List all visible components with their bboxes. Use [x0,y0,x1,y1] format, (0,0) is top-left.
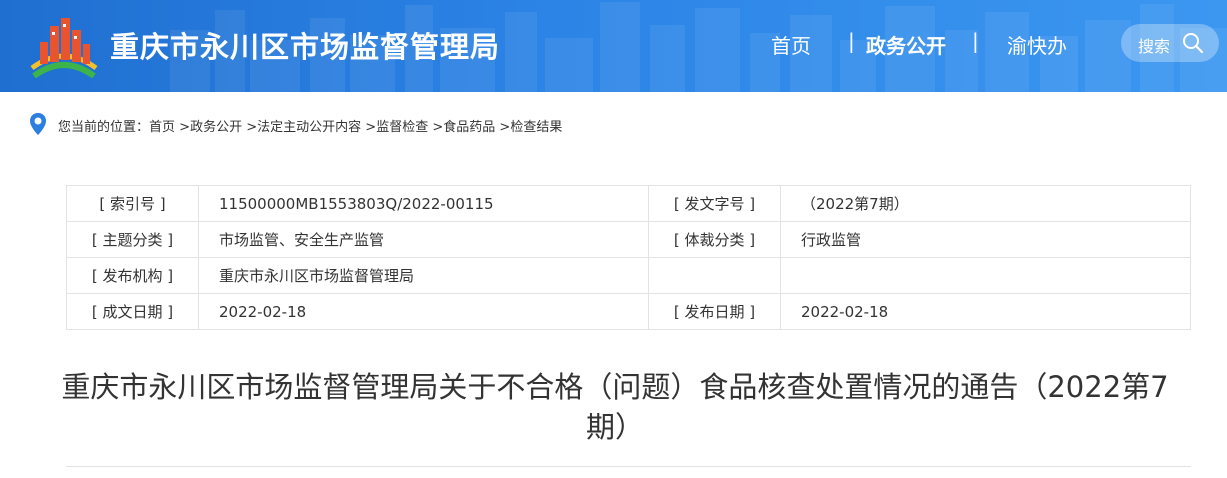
document-number-label: [ 发文字号 ] [648,185,781,222]
publisher-label: [ 发布机构 ] [66,257,199,294]
index-number-value: 11500000MB1553803Q/2022-00115 [198,185,649,222]
breadcrumb-prefix: 您当前的位置： [58,120,150,135]
breadcrumb-item-government-affairs[interactable]: 政务公开 [190,120,242,135]
site-header: 重庆市永川区市场监督管理局 首页 | 政务公开 | 渝快办 搜索 [0,0,1227,92]
table-row: [ 发布机构 ] 重庆市永川区市场监督管理局 [66,257,1191,294]
nav-government-affairs[interactable]: 政务公开 [866,30,946,59]
topic-category-label: [ 主题分类 ] [66,221,199,258]
nav-yukuaiban[interactable]: 渝快办 [1007,30,1067,59]
breadcrumb-separator: > [365,120,377,135]
nav-separator: | [972,29,979,53]
table-row: [ 主题分类 ] 市场监管、安全生产监管 [ 体裁分类 ] 行政监管 [66,221,1191,258]
topic-category-value: 市场监管、安全生产监管 [198,221,649,258]
breadcrumb-item-food-drug[interactable]: 食品药品 [443,120,495,135]
breadcrumb-separator: > [432,120,444,135]
location-pin-icon [30,113,46,135]
publish-date-label: [ 发布日期 ] [648,293,781,330]
bureau-logo [30,18,98,79]
table-row: [ 索引号 ] 11500000MB1553803Q/2022-00115 [ … [66,185,1191,222]
search-icon [1183,33,1204,54]
document-metadata-table: [ 索引号 ] 11500000MB1553803Q/2022-00115 [ … [66,185,1191,330]
breadcrumb-separator: > [179,120,191,135]
index-number-label: [ 索引号 ] [66,185,199,222]
breadcrumb-item-supervision-inspection[interactable]: 监督检查 [376,120,428,135]
site-title: 重庆市永川区市场监督管理局 [110,30,501,64]
divider [66,466,1191,467]
breadcrumb-item-statutory-disclosure[interactable]: 法定主动公开内容 [257,120,361,135]
genre-category-label: [ 体裁分类 ] [648,221,781,258]
breadcrumb-item-home[interactable]: 首页 [149,120,175,135]
written-date-value: 2022-02-18 [198,293,649,330]
search-label: 搜索 [1138,37,1171,56]
empty-cell [648,257,781,294]
breadcrumb-separator: > [499,120,511,135]
table-row: [ 成文日期 ] 2022-02-18 [ 发布日期 ] 2022-02-18 [66,293,1191,330]
document-title: 重庆市永川区市场监督管理局关于不合格（问题）食品核查处置情况的通告（2022第7… [61,370,1169,444]
empty-cell [780,257,1191,294]
genre-category-value: 行政监管 [780,221,1191,258]
nav-separator: | [848,29,855,53]
nav-home[interactable]: 首页 [771,30,811,59]
publisher-value: 重庆市永川区市场监督管理局 [198,257,649,294]
breadcrumb-separator: > [246,120,258,135]
document-number-value: （2022第7期） [780,185,1191,222]
breadcrumb-item-inspection-results[interactable]: 检查结果 [510,120,562,135]
written-date-label: [ 成文日期 ] [66,293,199,330]
search-button[interactable]: 搜索 [1121,24,1219,62]
publish-date-value: 2022-02-18 [780,293,1191,330]
